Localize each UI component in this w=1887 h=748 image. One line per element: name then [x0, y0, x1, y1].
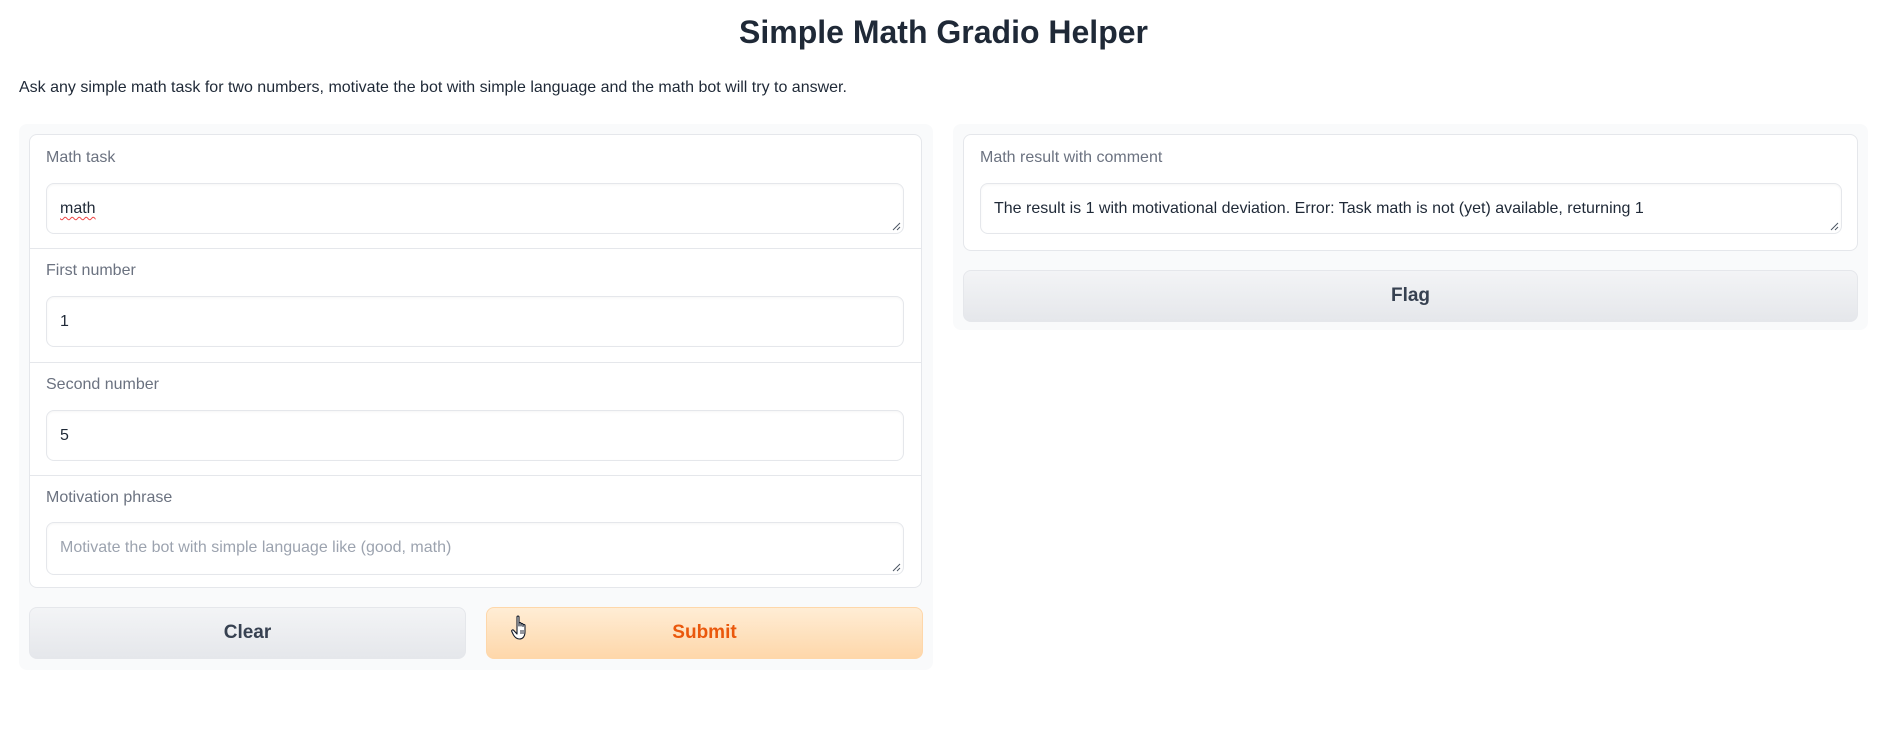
resize-grip-icon[interactable] — [1829, 221, 1839, 231]
gradio-app: Simple Math Gradio Helper Ask any simple… — [0, 0, 1887, 748]
first-number-field: First number 1 — [30, 249, 921, 363]
second-number-label: Second number — [46, 376, 159, 393]
output-form: Math result with comment The result is 1… — [963, 134, 1858, 251]
motivation-phrase-textarea[interactable]: Motivate the bot with simple language li… — [46, 522, 904, 575]
page-title: Simple Math Gradio Helper — [739, 14, 1148, 50]
output-value: The result is 1 with motivational deviat… — [994, 200, 1644, 217]
output-panel: Math result with comment The result is 1… — [953, 124, 1868, 330]
flag-button[interactable]: Flag — [963, 270, 1858, 322]
math-task-value: math — [60, 200, 96, 217]
motivation-phrase-label: Motivation phrase — [46, 489, 173, 506]
first-number-input[interactable]: 1 — [46, 296, 904, 347]
output-textarea[interactable]: The result is 1 with motivational deviat… — [980, 183, 1842, 234]
first-number-value: 1 — [60, 313, 69, 330]
output-label: Math result with comment — [980, 149, 1163, 166]
motivation-phrase-field: Motivation phrase Motivate the bot with … — [30, 476, 921, 587]
page-description: Ask any simple math task for two numbers… — [19, 79, 847, 96]
first-number-label: First number — [46, 262, 136, 279]
math-task-field: Math task math — [30, 135, 921, 249]
second-number-value: 5 — [60, 427, 69, 444]
input-panel: Math task math First number 1 Second num… — [19, 124, 933, 670]
input-form: Math task math First number 1 Second num… — [29, 134, 922, 588]
motivation-phrase-placeholder: Motivate the bot with simple language li… — [60, 539, 452, 556]
second-number-input[interactable]: 5 — [46, 410, 904, 461]
second-number-field: Second number 5 — [30, 363, 921, 476]
math-task-textarea[interactable]: math — [46, 183, 904, 234]
hand-pointer-icon — [511, 615, 526, 640]
clear-button[interactable]: Clear — [29, 607, 466, 659]
resize-grip-icon[interactable] — [891, 562, 901, 572]
resize-grip-icon[interactable] — [891, 221, 901, 231]
math-task-label: Math task — [46, 149, 116, 166]
submit-button[interactable]: Submit — [486, 607, 923, 659]
